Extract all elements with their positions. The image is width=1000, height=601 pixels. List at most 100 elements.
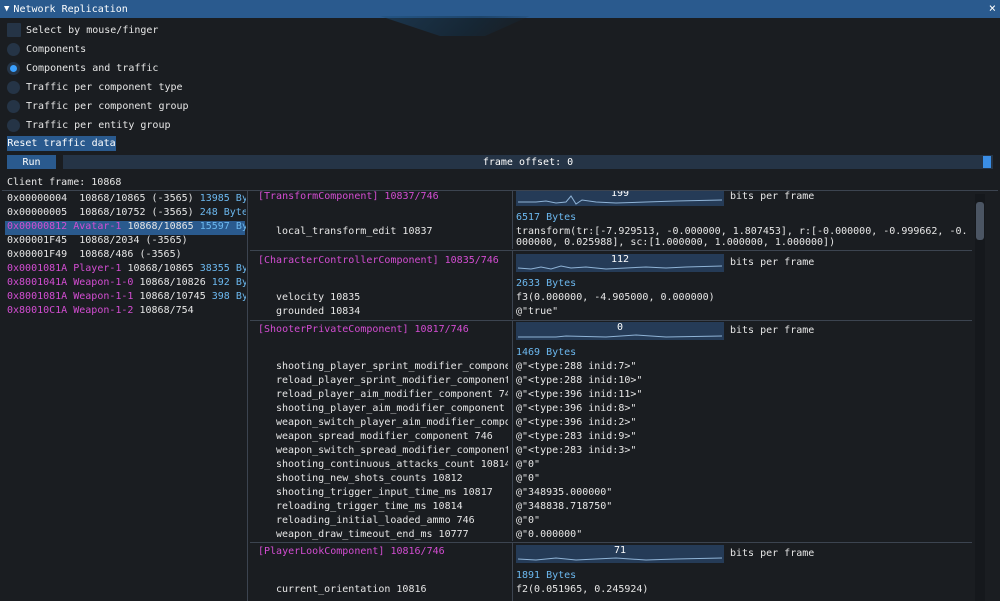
field-name: shooting_new_shots_counts 10812 — [276, 473, 463, 484]
entity-name: Weapon-1-2 — [73, 305, 134, 316]
radio-button[interactable] — [7, 99, 20, 113]
entity-id: 0x00001F49 — [7, 249, 68, 260]
component-details[interactable]: [TransformComponent] 10837/746 199 bits … — [250, 191, 972, 601]
background-logo — [380, 16, 530, 36]
bits-per-frame-label: bits per frame — [730, 191, 815, 202]
field-name: weapon_switch_spread_modifier_component … — [276, 445, 508, 456]
entity-id: 0x8001081A — [7, 291, 68, 302]
column-divider — [512, 191, 513, 249]
entity-info: 10868/10745 — [139, 291, 206, 302]
field-value: @"<type:396 inid:2>" — [516, 417, 637, 428]
field-name: shooting_trigger_input_time_ms 10817 — [276, 487, 493, 498]
field-value: @"<type:288 inid:7>" — [516, 361, 637, 372]
entity-name: Avatar-1 — [73, 221, 122, 232]
field-value: @"348838.718750" — [516, 501, 613, 512]
radio-label: Traffic per entity group — [26, 119, 171, 131]
field-name: current_orientation 10816 — [276, 584, 427, 595]
row-divider — [250, 250, 972, 251]
entity-bytes: 15597 By — [199, 221, 246, 232]
reset-traffic-button[interactable]: Reset traffic data — [7, 136, 116, 151]
radio-traffic-per-component-type[interactable]: Traffic per component type — [7, 80, 183, 94]
list-item[interactable]: 0x0001081A Player-1 10868/10865 38355 By — [7, 263, 246, 277]
entity-info: 10868/10865 — [127, 263, 194, 274]
field-value: @"<type:396 inid:8>" — [516, 403, 637, 414]
radio-label: Components — [26, 43, 87, 55]
window-title: Network Replication — [13, 3, 128, 15]
scrollbar-thumb[interactable] — [976, 202, 984, 240]
radio-components-and-traffic[interactable]: Components and traffic — [7, 61, 158, 75]
field-name: shooting_player_sprint_modifier_componen… — [276, 361, 508, 372]
bits-per-frame-label: bits per frame — [730, 325, 815, 336]
list-item[interactable]: 0x00000004 10868/10865 (-3565) 13985 By — [7, 193, 246, 207]
field-name: weapon_switch_player_aim_modifier_compon… — [276, 417, 508, 428]
frame-offset-label: frame offset: 0 — [482, 156, 574, 168]
close-icon[interactable]: × — [989, 1, 996, 15]
column-divider — [512, 543, 513, 601]
list-item[interactable]: 0x8001081A Weapon-1-1 10868/10745 398 By — [7, 291, 246, 305]
checkbox-box[interactable] — [7, 23, 21, 37]
entity-list[interactable]: 0x00000004 10868/10865 (-3565) 13985 By … — [2, 191, 246, 601]
window-titlebar[interactable]: ▼ Network Replication × — [0, 0, 1000, 18]
field-value: transform(tr:[-7.929513, -0.000000, 1.80… — [516, 226, 968, 237]
entity-id: 0x00000004 — [7, 193, 68, 204]
field-name: reload_player_sprint_modifier_component … — [276, 375, 508, 386]
field-name: reload_player_aim_modifier_component 746 — [276, 389, 508, 400]
entity-info: 10868/486 (-3565) — [79, 249, 182, 260]
list-item[interactable]: 0x8001041A Weapon-1-0 10868/10826 192 By — [7, 277, 246, 291]
radio-traffic-per-entity-group[interactable]: Traffic per entity group — [7, 118, 171, 132]
entity-name: Player-1 — [73, 263, 122, 274]
list-item[interactable]: 0x00001F49 10868/486 (-3565) — [7, 249, 182, 263]
entity-id: 0x8001041A — [7, 277, 68, 288]
slider-grab[interactable] — [983, 156, 991, 168]
field-value: @"0" — [516, 459, 541, 470]
field-value: f3(0.000000, -4.905000, 0.000000) — [516, 292, 715, 303]
component-header: [CharacterControllerComponent] 10835/746 — [258, 255, 499, 266]
field-value: f2(0.051965, 0.245924) — [516, 584, 649, 595]
bits-value: 71 — [613, 545, 627, 556]
entity-id: 0x00000005 — [7, 207, 68, 218]
component-header: [TransformComponent] 10837/746 — [258, 191, 439, 202]
field-name: velocity 10835 — [276, 292, 361, 303]
collapse-triangle-icon[interactable]: ▼ — [4, 4, 9, 14]
radio-button[interactable] — [7, 118, 20, 132]
radio-button-selected[interactable] — [7, 61, 20, 75]
field-value: @"<type:283 inid:9>" — [516, 431, 637, 442]
field-name: shooting_player_aim_modifier_component 7… — [276, 403, 508, 414]
entity-name: Weapon-1-1 — [73, 291, 134, 302]
field-name: grounded 10834 — [276, 306, 361, 317]
vertical-scrollbar[interactable] — [975, 194, 985, 601]
field-value: @"<type:396 inid:11>" — [516, 389, 643, 400]
run-button[interactable]: Run — [7, 155, 56, 169]
entity-bytes: 192 By — [211, 277, 246, 288]
select-by-mouse-checkbox[interactable]: Select by mouse/finger — [7, 23, 158, 37]
traffic-graph: 71 — [516, 545, 724, 563]
radio-components[interactable]: Components — [7, 42, 86, 56]
radio-button[interactable] — [7, 80, 20, 94]
entity-info: 10868/754 — [139, 305, 194, 316]
list-item[interactable]: 0x00000005 10868/10752 (-3565) 248 Byte — [7, 207, 246, 221]
field-name: weapon_spread_modifier_component 746 — [276, 431, 493, 442]
radio-button[interactable] — [7, 42, 20, 56]
field-name: reloading_initial_loaded_ammo 746 — [276, 515, 475, 526]
pane-divider[interactable] — [247, 191, 248, 601]
entity-id: 0x0001081A — [7, 263, 68, 274]
list-item-selected[interactable]: 0x00000812 Avatar-1 10868/10865 15597 By — [5, 221, 246, 235]
frame-offset-slider[interactable]: frame offset: 0 — [63, 155, 993, 169]
entity-info: 10868/10865 — [127, 221, 194, 232]
radio-traffic-per-component-group[interactable]: Traffic per component group — [7, 99, 189, 113]
column-divider — [512, 251, 513, 319]
bits-per-frame-label: bits per frame — [730, 548, 815, 559]
entity-info: 10868/2034 (-3565) — [79, 235, 188, 246]
field-value: @"0" — [516, 515, 541, 526]
field-value: @"0" — [516, 473, 541, 484]
entity-bytes: 38355 By — [199, 263, 246, 274]
bits-value: 199 — [610, 191, 630, 199]
list-item[interactable]: 0x00001F45 10868/2034 (-3565) — [7, 235, 188, 249]
bits-value: 0 — [616, 322, 624, 333]
field-value-cont: 000000, 0.025988], sc:[1.000000, 1.00000… — [516, 237, 836, 248]
traffic-graph: 0 — [516, 322, 724, 340]
checkbox-label: Select by mouse/finger — [26, 24, 159, 36]
list-item[interactable]: 0x80010C1A Weapon-1-2 10868/754 — [7, 305, 194, 319]
field-value: @"<type:288 inid:10>" — [516, 375, 643, 386]
field-name: weapon_draw_timeout_end_ms 10777 — [276, 529, 469, 540]
